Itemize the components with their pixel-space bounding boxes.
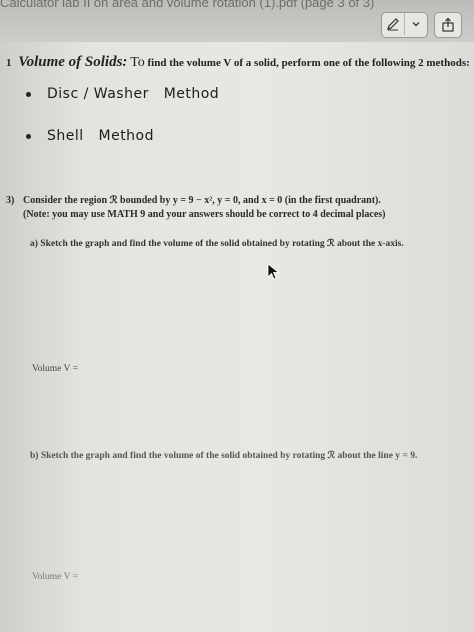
part-a-volume-label: Volume V = <box>32 364 79 374</box>
pencil-markup-icon <box>387 18 399 31</box>
problem-note: (Note: you may use MATH 9 and your answe… <box>23 209 386 220</box>
markup-tool-group <box>381 12 428 38</box>
markup-dropdown-button[interactable] <box>405 13 427 35</box>
pdf-page: 1 Volume of Solids: To find the volume V… <box>0 42 474 632</box>
part-a-prompt: a) Sketch the graph and find the volume … <box>30 239 404 249</box>
pencil-markup-button[interactable] <box>382 13 405 35</box>
part-b-prompt: b) Sketch the graph and find the volume … <box>30 451 418 461</box>
toolbar <box>381 12 462 38</box>
chevron-down-icon <box>412 22 420 27</box>
section-heading: 1 Volume of Solids: To find the volume V… <box>6 54 470 71</box>
part-b-volume-label: Volume V = <box>32 572 79 582</box>
section-title: Volume of Solids: <box>18 54 128 70</box>
problem-number: 3) <box>6 195 15 206</box>
section-instruction-lead: To <box>130 55 145 70</box>
viewer-header: Calculator lab II on area and volume rot… <box>0 0 474 46</box>
section-number: 1 <box>6 57 12 69</box>
window-title: Calculator lab II on area and volume rot… <box>0 0 375 10</box>
method-shell: Shell Method <box>26 128 154 144</box>
problem-statement: Consider the region ℛ bounded by y = 9 −… <box>23 195 381 206</box>
bullet-icon <box>26 133 31 139</box>
mouse-pointer-icon <box>267 263 280 280</box>
section-instruction: find the volume V of a solid, perform on… <box>147 57 470 69</box>
method-label: Disc / Washer Method <box>47 86 220 102</box>
share-icon <box>442 17 454 32</box>
method-disc-washer: Disc / Washer Method <box>26 86 219 102</box>
problem-3: 3) Consider the region ℛ bounded by y = 9… <box>6 194 385 222</box>
bullet-icon <box>26 91 31 97</box>
share-button[interactable] <box>434 12 462 38</box>
method-label: Shell Method <box>47 128 155 144</box>
